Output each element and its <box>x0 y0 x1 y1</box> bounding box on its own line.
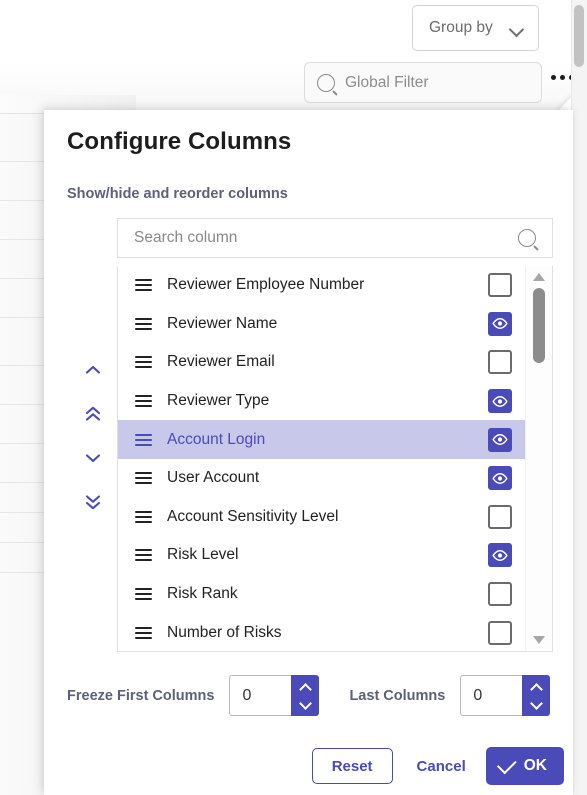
freeze-first-columns-stepper[interactable] <box>229 675 320 716</box>
eye-icon <box>492 318 508 330</box>
stepper-down-icon[interactable] <box>531 700 542 707</box>
global-filter-placeholder: Global Filter <box>345 73 429 91</box>
column-list-item-label: Account Login <box>167 430 266 448</box>
column-list-item[interactable]: Risk Rank <box>118 574 526 614</box>
group-by-label: Group by <box>429 19 493 36</box>
chevron-down-icon <box>510 24 524 33</box>
column-list-item-label: Reviewer Employee Number <box>167 276 365 294</box>
page-title: Configure Columns <box>67 128 292 155</box>
drag-handle-icon[interactable] <box>135 510 152 523</box>
column-visible-toggle-off[interactable] <box>488 350 512 375</box>
drag-handle-icon[interactable] <box>135 279 152 292</box>
column-list-item-label: Risk Level <box>167 546 239 564</box>
column-list-item[interactable]: Number of Risks <box>118 613 526 651</box>
column-list-item[interactable]: Account Sensitivity Level <box>118 497 526 537</box>
search-column-field[interactable] <box>117 218 553 258</box>
kebab-dot <box>560 75 565 80</box>
search-input[interactable] <box>132 228 518 248</box>
cancel-button[interactable]: Cancel <box>401 748 482 784</box>
chevron-up-icon <box>85 365 101 374</box>
kebab-dot <box>551 75 556 80</box>
dialog-subtitle: Show/hide and reorder columns <box>67 186 288 202</box>
drag-handle-icon[interactable] <box>135 472 152 485</box>
column-visible-toggle-on[interactable] <box>488 427 512 452</box>
column-visible-toggle-on[interactable] <box>488 466 512 491</box>
column-list-scrollbar-thumb[interactable] <box>533 288 545 363</box>
column-visible-toggle-off[interactable] <box>488 273 512 298</box>
move-to-bottom-button[interactable] <box>80 492 106 512</box>
column-list-item[interactable]: Reviewer Employee Number <box>118 266 526 305</box>
group-by-select[interactable]: Group by <box>412 5 539 51</box>
last-columns-input[interactable] <box>460 675 523 716</box>
reorder-button-group <box>78 360 108 512</box>
triangle-up-icon[interactable] <box>533 273 545 281</box>
column-list-item-label: Number of Risks <box>167 623 282 641</box>
column-list-item-label: Reviewer Email <box>167 353 275 371</box>
last-columns-stepper[interactable] <box>460 675 551 716</box>
column-list-item[interactable]: User Account <box>118 458 526 498</box>
column-list: Reviewer Employee Number Reviewer Name Rev… <box>117 266 553 652</box>
dialog-footer: Reset Cancel OK <box>311 747 564 785</box>
move-to-top-button[interactable] <box>80 404 106 424</box>
column-list-item[interactable]: Reviewer Type <box>118 381 526 421</box>
move-up-button[interactable] <box>80 360 106 380</box>
eye-icon <box>492 550 508 561</box>
column-visible-toggle-off[interactable] <box>488 504 512 529</box>
check-icon <box>496 753 517 774</box>
drag-handle-icon[interactable] <box>135 626 152 639</box>
stepper-up-icon[interactable] <box>300 684 311 691</box>
double-chevron-up-icon <box>85 406 101 421</box>
column-visible-toggle-on[interactable] <box>488 543 512 568</box>
freeze-first-columns-input[interactable] <box>229 675 292 716</box>
column-visible-toggle-on[interactable] <box>488 389 512 414</box>
reset-button[interactable]: Reset <box>311 748 393 784</box>
drag-handle-icon[interactable] <box>135 588 152 601</box>
last-columns-stepper-buttons[interactable] <box>522 675 551 716</box>
drag-handle-icon[interactable] <box>135 395 152 408</box>
search-icon <box>317 73 335 92</box>
drag-handle-icon[interactable] <box>135 317 152 330</box>
column-list-item-label: Risk Rank <box>167 585 238 603</box>
stepper-up-icon[interactable] <box>531 684 542 691</box>
eye-icon <box>492 472 508 484</box>
column-list-item-label: Account Sensitivity Level <box>167 507 339 525</box>
double-chevron-down-icon <box>85 495 101 510</box>
stepper-down-icon[interactable] <box>300 700 311 707</box>
column-list-item[interactable]: Reviewer Name <box>118 304 526 344</box>
page-scrollbar[interactable] <box>571 0 587 795</box>
column-visible-toggle-off[interactable] <box>488 582 512 607</box>
drag-handle-icon[interactable] <box>135 433 152 446</box>
column-list-item-label: Reviewer Type <box>167 392 270 410</box>
last-columns-label: Last Columns <box>349 687 446 704</box>
column-visible-toggle-off[interactable] <box>488 620 512 645</box>
ok-button[interactable]: OK <box>485 747 564 785</box>
column-list-item[interactable]: Account Login <box>118 420 526 459</box>
drag-handle-icon[interactable] <box>135 356 152 369</box>
column-list-item-label: Reviewer Name <box>167 314 278 332</box>
freeze-columns-controls: Freeze First Columns Last Columns <box>67 675 551 716</box>
column-list-item[interactable]: Reviewer Email <box>118 343 526 382</box>
drag-handle-icon[interactable] <box>135 549 152 562</box>
column-list-scrollbar[interactable] <box>525 266 552 651</box>
ok-button-label: OK <box>523 757 547 774</box>
page-scrollbar-thumb[interactable] <box>574 5 584 67</box>
search-icon <box>518 229 536 247</box>
eye-icon <box>492 434 508 446</box>
freeze-first-stepper-buttons[interactable] <box>291 675 320 716</box>
column-list-viewport: Reviewer Employee Number Reviewer Name Rev… <box>118 266 526 651</box>
eye-icon <box>492 395 508 407</box>
triangle-down-icon[interactable] <box>533 636 545 644</box>
move-down-button[interactable] <box>80 448 106 468</box>
column-list-item[interactable]: Risk Level <box>118 536 526 575</box>
chevron-down-icon <box>85 454 101 463</box>
column-list-item-label: User Account <box>167 469 260 487</box>
column-visible-toggle-on[interactable] <box>488 311 512 336</box>
global-filter-input[interactable]: Global Filter <box>304 62 542 103</box>
freeze-first-columns-label: Freeze First Columns <box>67 687 215 704</box>
